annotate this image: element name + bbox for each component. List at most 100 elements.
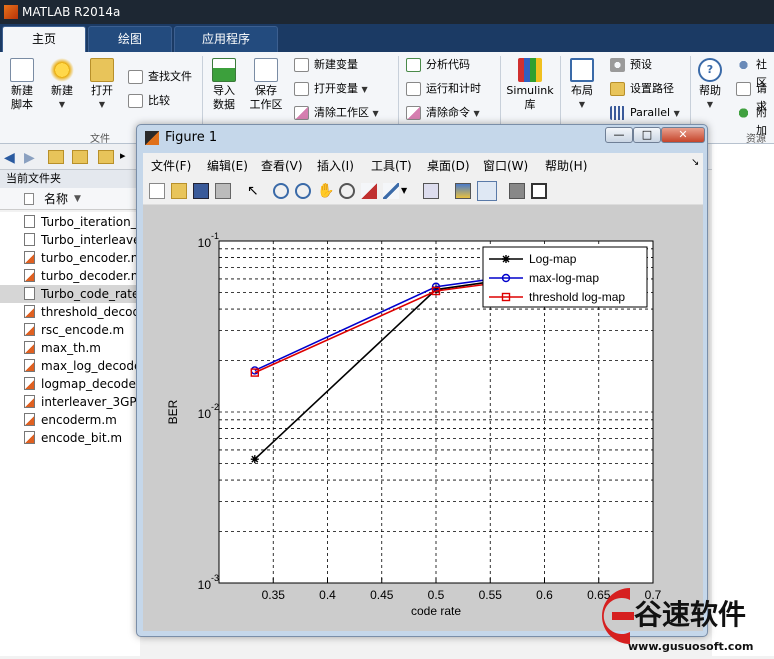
file-name: rsc_encode.m <box>41 323 125 337</box>
request-support-button[interactable]: 请求 <box>736 80 774 113</box>
addons-button[interactable]: 附加 <box>736 104 774 137</box>
minimize-button[interactable]: — <box>605 127 633 143</box>
close-button[interactable]: ✕ <box>661 127 705 143</box>
x-tick-label: 0.6 <box>536 588 553 602</box>
up-folder-icon[interactable] <box>48 150 64 164</box>
rotate-icon[interactable] <box>339 183 355 199</box>
set-path-button[interactable]: 设置路径 <box>610 80 674 98</box>
clear-workspace-button[interactable]: 清除工作区 ▼ <box>294 104 379 122</box>
file-list-item[interactable]: turbo_decoder.m <box>0 267 140 285</box>
sort-chevron-icon: ▼ <box>74 194 81 204</box>
menu-file[interactable]: 文件(F) <box>151 157 191 174</box>
new-figure-icon[interactable] <box>149 183 165 199</box>
menu-tools[interactable]: 工具(T) <box>371 157 412 174</box>
simulink-library-button[interactable]: Simulink 库 <box>504 58 556 112</box>
file-list-item[interactable]: Turbo_code_rate <box>0 285 140 303</box>
pointer-icon[interactable]: ↖ <box>247 183 263 199</box>
show-plot-tools-icon[interactable] <box>531 183 547 199</box>
community-button[interactable]: 社区 <box>736 56 774 89</box>
file-list-item[interactable]: rsc_encode.m <box>0 321 140 339</box>
file-list-item[interactable]: encoderm.m <box>0 411 140 429</box>
resources-group-label: 资源 <box>746 134 766 145</box>
print-icon[interactable] <box>215 183 231 199</box>
layout-button[interactable]: 布局 ▼ <box>564 58 600 112</box>
script-file-icon <box>24 215 35 228</box>
file-list-item[interactable]: logmap_decode <box>0 375 140 393</box>
file-list-item[interactable]: Turbo_interleave <box>0 231 140 249</box>
legend-label: threshold log-map <box>529 290 625 304</box>
open-button[interactable]: 打开 ▼ <box>84 58 120 112</box>
parallel-button[interactable]: Parallel ▼ <box>610 104 680 122</box>
zoom-out-icon[interactable] <box>295 183 311 199</box>
colorbar-icon[interactable] <box>455 183 471 199</box>
new-script-icon <box>10 58 34 82</box>
function-file-icon <box>24 323 35 336</box>
file-list-item[interactable]: max_th.m <box>0 339 140 357</box>
tab-plots[interactable]: 绘图 <box>88 26 172 52</box>
save-icon[interactable] <box>193 183 209 199</box>
zoom-in-icon[interactable] <box>273 183 289 199</box>
menu-edit[interactable]: 编辑(E) <box>207 157 248 174</box>
file-list-item[interactable]: Turbo_iteration_ <box>0 213 140 231</box>
set-path-label: 设置路径 <box>630 82 674 95</box>
script-file-icon <box>24 287 35 300</box>
help-button[interactable]: ? 帮助 ▼ <box>694 58 726 112</box>
brush-icon[interactable] <box>383 183 399 199</box>
menu-desktop[interactable]: 桌面(D) <box>427 157 470 174</box>
function-file-icon <box>24 395 35 408</box>
open-variable-button[interactable]: 打开变量 ▼ <box>294 80 368 98</box>
hide-plot-tools-icon[interactable] <box>509 183 525 199</box>
y-tick-exponent: -3 <box>211 573 219 583</box>
menu-help[interactable]: 帮助(H) <box>545 157 587 174</box>
legend-toggle-icon[interactable] <box>477 181 497 201</box>
path-folder-icon[interactable] <box>98 150 114 164</box>
figure-window[interactable]: Figure 1 — □ ✕ 文件(F) 编辑(E) 查看(V) 插入(I) 工… <box>136 124 708 637</box>
path-chevron-icon[interactable]: ▸ <box>120 149 126 162</box>
clear-commands-icon <box>406 106 421 120</box>
name-column-header[interactable]: 名称 ▼ <box>0 188 140 210</box>
file-name: turbo_encoder.m <box>41 251 140 265</box>
menubar-dock-icon[interactable]: ↘ <box>691 157 699 168</box>
save-workspace-label: 保存 工作区 <box>249 84 283 111</box>
brush-chevron-down-icon[interactable]: ▼ <box>401 183 417 199</box>
file-list-item[interactable]: threshold_decod <box>0 303 140 321</box>
current-folder-header: 当前文件夹 <box>0 170 140 188</box>
import-icon <box>212 58 236 82</box>
matlab-titlebar: MATLAB R2014a <box>0 0 774 24</box>
menu-view[interactable]: 查看(V) <box>261 157 303 174</box>
find-files-button[interactable]: 查找文件 <box>128 68 192 86</box>
menu-insert[interactable]: 插入(I) <box>317 157 354 174</box>
preferences-label: 预设 <box>630 58 652 71</box>
new-button[interactable]: 新建 ▼ <box>44 58 80 112</box>
clear-workspace-icon <box>294 106 309 120</box>
figure-menubar: 文件(F) 编辑(E) 查看(V) 插入(I) 工具(T) 桌面(D) 窗口(W… <box>143 153 703 177</box>
file-list-item[interactable]: interleaver_3GPP <box>0 393 140 411</box>
function-file-icon <box>24 341 35 354</box>
maximize-button[interactable]: □ <box>633 127 661 143</box>
file-list-item[interactable]: encode_bit.m <box>0 429 140 447</box>
data-cursor-icon[interactable] <box>361 183 377 199</box>
import-data-label: 导入 数据 <box>213 84 235 111</box>
new-variable-button[interactable]: 新建变量 <box>294 56 358 74</box>
browse-folder-icon[interactable] <box>72 150 88 164</box>
compare-button[interactable]: 比较 <box>128 92 170 110</box>
file-list-item[interactable]: max_log_decode <box>0 357 140 375</box>
run-and-time-button[interactable]: 运行和计时 <box>406 80 481 98</box>
analyze-code-button[interactable]: 分析代码 <box>406 56 470 74</box>
clear-commands-button[interactable]: 清除命令 ▼ <box>406 104 480 122</box>
new-script-button[interactable]: 新建 脚本 <box>4 58 40 112</box>
save-workspace-button[interactable]: 保存 工作区 <box>246 58 286 112</box>
back-arrow-icon[interactable]: ◀ <box>4 150 15 166</box>
forward-arrow-icon[interactable]: ▶ <box>24 150 35 166</box>
tab-apps[interactable]: 应用程序 <box>174 26 278 52</box>
chevron-down-icon: ▼ <box>706 100 714 109</box>
file-list-item[interactable]: turbo_encoder.m <box>0 249 140 267</box>
pan-hand-icon[interactable]: ✋ <box>317 183 334 199</box>
link-plot-icon[interactable] <box>423 183 439 199</box>
open-file-icon[interactable] <box>171 183 187 199</box>
import-data-button[interactable]: 导入 数据 <box>206 58 242 112</box>
menu-window[interactable]: 窗口(W) <box>483 157 528 174</box>
figure-title: Figure 1 <box>165 130 218 145</box>
preferences-button[interactable]: 预设 <box>610 56 652 74</box>
tab-home[interactable]: 主页 <box>2 26 86 52</box>
